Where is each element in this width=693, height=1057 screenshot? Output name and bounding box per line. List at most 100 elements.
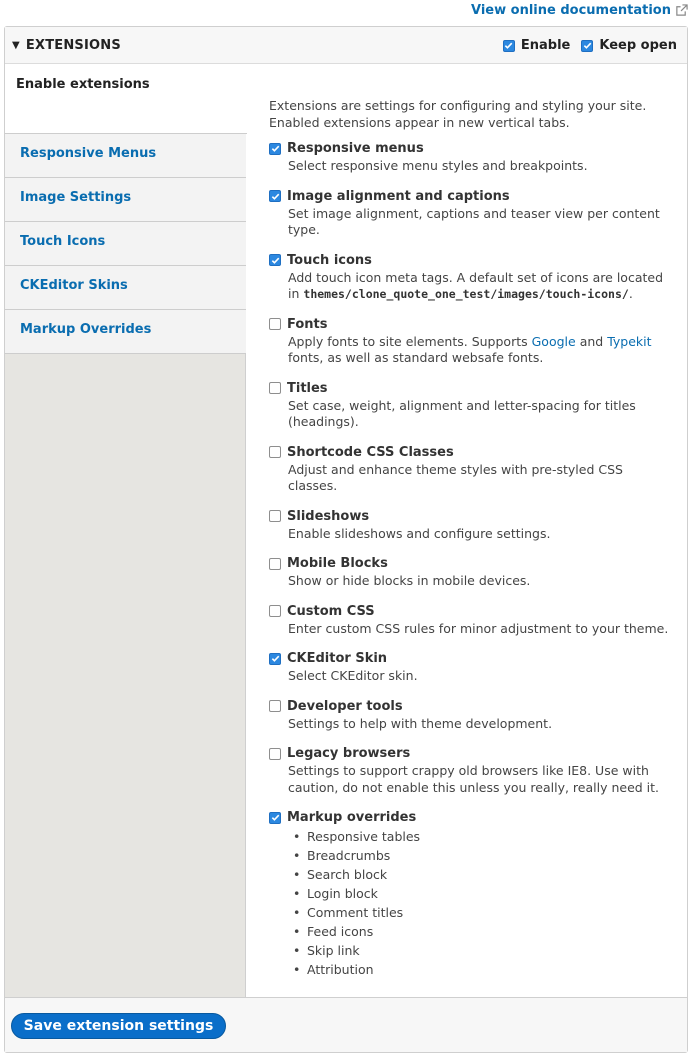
extension-description: Settings to support crappy old browsers …	[288, 763, 674, 796]
description-text: and	[579, 333, 604, 349]
google-fonts-link[interactable]: Google	[532, 334, 576, 349]
extension-option[interactable]: Custom CSS	[269, 603, 674, 620]
extension-label: Markup overrides	[287, 810, 417, 825]
extension-option[interactable]: Mobile Blocks	[269, 555, 674, 572]
extension-checkbox[interactable]	[269, 190, 281, 202]
save-extension-settings-button[interactable]: Save extension settings	[11, 1013, 226, 1039]
tab-label: Markup Overrides	[20, 322, 152, 337]
description-text: Enable slideshows and configure settings…	[288, 525, 551, 541]
extension-option[interactable]: Titles	[269, 380, 674, 397]
description-text: Show or hide blocks in mobile devices.	[288, 573, 531, 588]
triangle-down-icon: ▼	[12, 40, 20, 51]
extension-checkbox[interactable]	[269, 700, 281, 712]
extensions-summary-toggle[interactable]: ▼ EXTENSIONS	[12, 38, 121, 53]
list-item: Breadcrumbs	[293, 846, 674, 865]
extension-checkbox[interactable]	[269, 557, 281, 570]
list-item: Feed icons	[293, 922, 674, 941]
tab-ckeditor-skins[interactable]: CKEditor Skins	[5, 266, 246, 310]
panel-footer: Save extension settings	[5, 997, 687, 1052]
keep-open-label: Keep open	[599, 38, 677, 53]
intro-text: Extensions are settings for configuring …	[269, 98, 647, 130]
panel-title: EXTENSIONS	[25, 38, 121, 53]
tab-responsive-menus[interactable]: Responsive Menus	[5, 134, 246, 178]
extension-item: Touch icons Add touch icon meta tags. A d…	[269, 252, 674, 303]
touch-icons-path: themes/clone_quote_one_test/images/touch…	[303, 287, 629, 301]
extension-option[interactable]: Markup overrides	[269, 809, 674, 826]
extension-label: Developer tools	[287, 698, 403, 714]
extension-option[interactable]: Slideshows	[269, 508, 674, 525]
extension-option[interactable]: Image alignment and captions	[269, 188, 674, 205]
keep-open-checkbox[interactable]	[581, 39, 594, 52]
extension-checkbox[interactable]	[269, 652, 281, 665]
description-text: Enter custom CSS rules for minor adjustm…	[288, 620, 669, 636]
tab-enable-extensions[interactable]: Enable extensions	[5, 65, 247, 134]
description-text: Apply fonts to site elements. Supports	[288, 333, 528, 349]
extension-checkbox[interactable]	[269, 254, 281, 266]
extension-item: Slideshows Enable slideshows and configur…	[269, 508, 674, 543]
extension-option[interactable]: Shortcode CSS Classes	[269, 444, 674, 461]
extension-item: Image alignment and captions Set image al…	[269, 188, 674, 239]
description-text: Settings to support crappy old browsers …	[288, 763, 660, 795]
tab-label: CKEditor Skins	[20, 278, 128, 293]
list-item: Search block	[293, 865, 674, 884]
extension-option[interactable]: Legacy browsers	[269, 745, 674, 762]
markup-overrides-list: Responsive tablesBreadcrumbsSearch block…	[293, 827, 674, 979]
tab-label: Responsive Menus	[20, 146, 157, 161]
description-text: Set image alignment, captions and teaser…	[288, 205, 660, 238]
extension-checkbox[interactable]	[269, 382, 281, 394]
extension-description: Apply fonts to site elements. Supports G…	[288, 334, 674, 367]
tab-label: Touch Icons	[20, 234, 106, 249]
extension-checkbox[interactable]	[269, 747, 281, 760]
list-item: Login block	[293, 884, 674, 903]
extension-checkbox[interactable]	[269, 510, 281, 522]
extension-label: Image alignment and captions	[287, 188, 510, 204]
extension-checkbox[interactable]	[269, 605, 281, 617]
extension-list: Responsive menus Select responsive menu s…	[269, 140, 674, 979]
enable-label: Enable	[520, 38, 571, 53]
extension-checkbox[interactable]	[269, 811, 281, 824]
vertical-tabs: Enable extensions Responsive Menus Image…	[5, 65, 247, 999]
tab-markup-overrides[interactable]: Markup Overrides	[5, 310, 246, 354]
extension-label: Titles	[287, 380, 328, 396]
description-text: Set case, weight, alignment and letter-s…	[288, 397, 636, 430]
extension-item: Developer tools Settings to help with the…	[269, 698, 674, 733]
extension-description: Enable slideshows and configure settings…	[288, 526, 674, 543]
panel-header: ▼ EXTENSIONS Enable Keep open	[5, 27, 687, 64]
extension-option[interactable]: Developer tools	[269, 698, 674, 715]
enable-checkbox[interactable]	[502, 39, 515, 52]
extension-checkbox[interactable]	[269, 446, 281, 458]
tab-label: Enable extensions	[16, 77, 150, 92]
tab-touch-icons[interactable]: Touch Icons	[5, 222, 246, 266]
tab-image-settings[interactable]: Image Settings	[5, 178, 246, 222]
description-text: fonts, as well as standard websafe fonts…	[288, 350, 544, 365]
header-options: Enable Keep open	[492, 38, 677, 53]
view-online-documentation-link[interactable]: View online documentation	[471, 3, 688, 18]
doc-link-label: View online documentation	[471, 3, 671, 18]
extension-option[interactable]: Fonts	[269, 316, 674, 333]
extension-option[interactable]: CKEditor Skin	[269, 650, 674, 667]
list-item: Skip link	[293, 941, 674, 960]
extension-item: Shortcode CSS Classes Adjust and enhance …	[269, 444, 674, 495]
extension-label: CKEditor Skin	[287, 651, 388, 666]
extension-description: Enter custom CSS rules for minor adjustm…	[288, 621, 674, 638]
enable-option[interactable]: Enable	[502, 38, 571, 53]
extension-label: Slideshows	[287, 508, 370, 524]
extension-item: Custom CSS Enter custom CSS rules for min…	[269, 603, 674, 638]
extension-label: Touch icons	[287, 252, 372, 268]
extension-item: Mobile Blocks Show or hide blocks in mobi…	[269, 555, 674, 590]
description-text: Adjust and enhance theme styles with pre…	[288, 461, 623, 494]
tab-content: Extensions are settings for configuring …	[269, 97, 674, 992]
extension-label: Legacy browsers	[287, 746, 411, 761]
extension-label: Responsive menus	[287, 141, 424, 156]
keep-open-option[interactable]: Keep open	[581, 38, 677, 53]
typekit-link[interactable]: Typekit	[607, 334, 651, 349]
extension-checkbox[interactable]	[269, 318, 281, 330]
extensions-panel: ▼ EXTENSIONS Enable Keep open Enable ext…	[4, 26, 688, 1053]
extension-item: Titles Set case, weight, alignment and le…	[269, 380, 674, 431]
description-text: Select responsive menu styles and breakp…	[288, 158, 588, 173]
extension-option[interactable]: Responsive menus	[269, 140, 674, 157]
extension-option[interactable]: Touch icons	[269, 252, 674, 269]
description-text: Settings to help with theme development.	[288, 715, 553, 731]
extension-checkbox[interactable]	[269, 142, 281, 155]
extension-description: Settings to help with theme development.	[288, 716, 674, 733]
